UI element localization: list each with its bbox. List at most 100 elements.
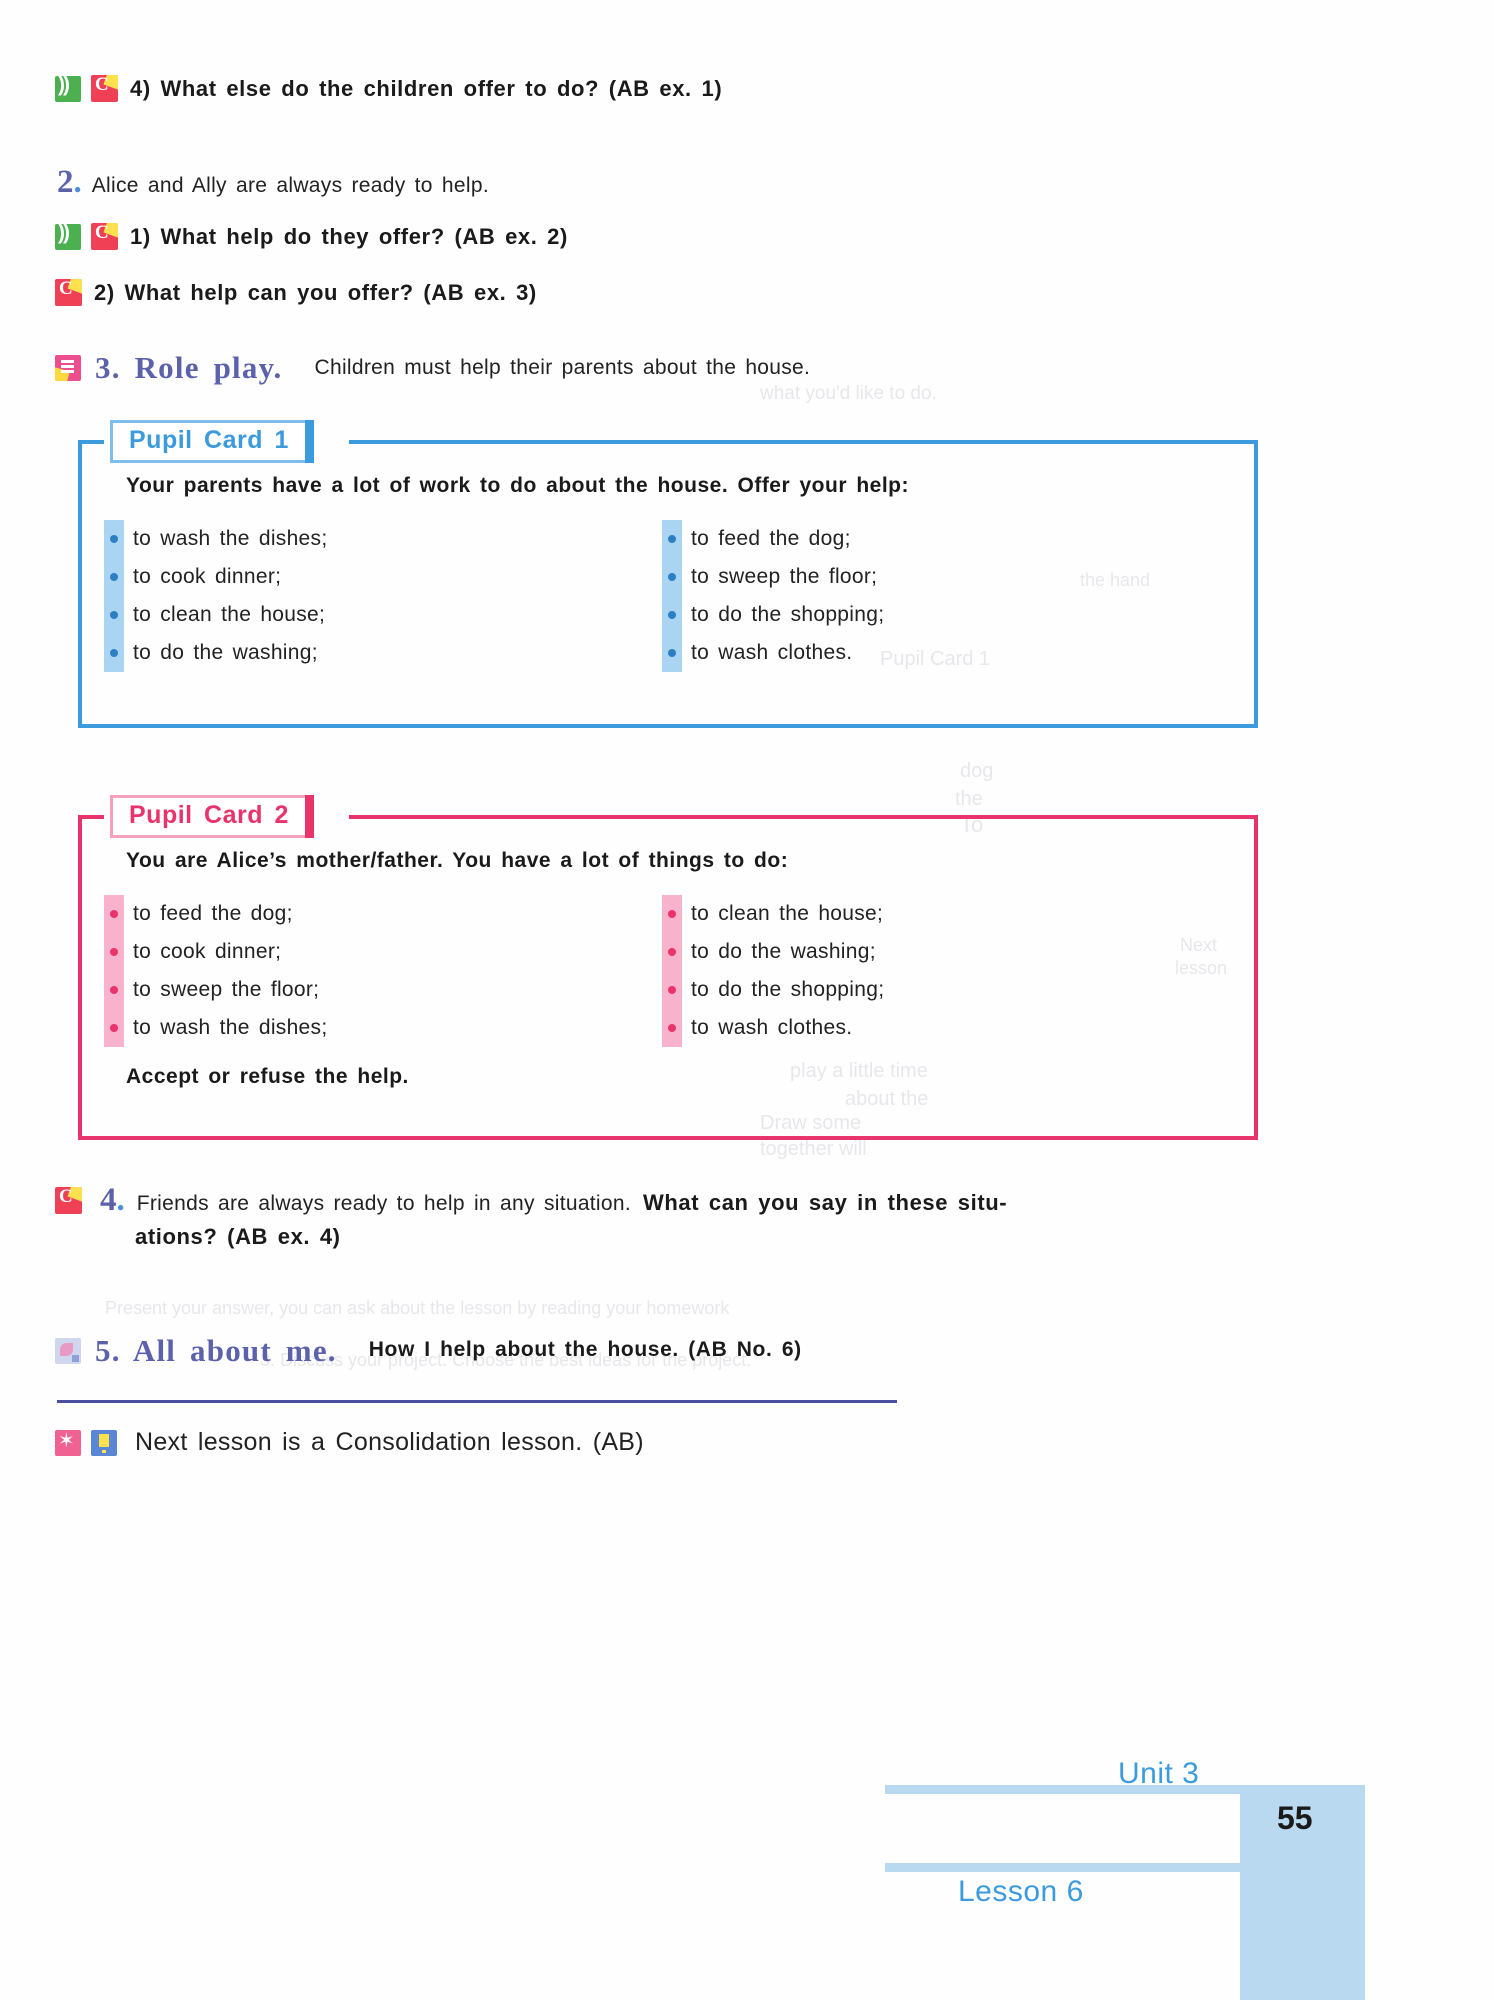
pupil-card-1-body: Your parents have a lot of work to do ab… [82,444,1254,698]
bullet-marker [662,634,682,672]
exercise-2-question-1-text: 1) What help do they offer? (AB ex. 2) [130,224,568,249]
bullet-marker [662,1009,682,1047]
listening-icon [55,75,81,102]
list-item: to clean the house; [104,596,662,634]
bullet-marker [662,971,682,1009]
bullet-marker [104,1009,124,1047]
footer-rule-bottom [885,1863,1265,1872]
list-item: to cook dinner; [104,558,662,596]
bleed-through-text: together will [760,1138,867,1160]
list-item-label: to wash the dishes; [133,1016,328,1039]
pupil-card-2-left-column: to feed the dog; to cook dinner; to sweep … [104,895,662,1047]
next-lesson-row: Next lesson is a Consolidation lesson. (… [55,1425,1155,1460]
list-item: to wash the dishes; [104,1009,662,1047]
exercise-2-question-2: 2) What help can you offer? (AB ex. 3) [55,278,1155,308]
exercise-4-text-plain: Friends are always ready to help in any … [136,1192,631,1215]
speaking-icon [91,75,118,102]
bullet-marker [662,558,682,596]
pupil-card-2-body: You are Alice’s mother/father. You have … [82,819,1254,1115]
exercise-5-text: How I help about the house. (AB No. 6) [368,1338,802,1362]
exercise-4-text-bold: What can you say in these situ- [643,1190,1008,1215]
exercise-1-question-4: 4) What else do the children offer to do… [55,74,1155,104]
list-item: to clean the house; [662,895,1220,933]
bullet-marker [104,971,124,1009]
exercise-1-icons [55,74,118,102]
list-item: to sweep the floor; [104,971,662,1009]
textbook-page: what you'd like to do. the hand Pupil Card… [0,0,1494,2000]
exercise-3-heading-row: 3. Role play. Children must help their p… [55,352,810,383]
exercise-4-text-bold-cont: ations? (AB ex. 4) [135,1224,341,1250]
list-item-label: to feed the dog; [691,527,851,550]
lesson-label: Lesson 6 [958,1875,1084,1908]
list-item: to do the shopping; [662,596,1220,634]
list-item-label: to sweep the floor; [133,978,320,1001]
section-divider [57,1400,897,1403]
bullet-marker [662,895,682,933]
list-item-label: to do the washing; [691,940,876,963]
list-item-label: to wash clothes. [691,1016,853,1039]
list-item-label: to do the shopping; [691,603,885,626]
list-item: to feed the dog; [662,520,1220,558]
list-item-label: to sweep the floor; [691,565,878,588]
list-item: to sweep the floor; [662,558,1220,596]
bullet-marker [104,558,124,596]
pupil-card-1-left-column: to wash the dishes; to cook dinner; to cle… [104,520,662,672]
bullet-marker [104,895,124,933]
exercise-2-question-2-icons [55,278,82,306]
list-item-label: to do the shopping; [691,978,885,1001]
next-lesson-text: Next lesson is a Consolidation lesson. (… [135,1428,644,1456]
exercise-2-question-1-icons [55,222,118,250]
list-item-label: to do the washing; [133,641,318,664]
list-item: to wash the dishes; [104,520,662,558]
exercise-3-text: Children must help their parents about t… [314,355,811,379]
list-item: to do the shopping; [662,971,1220,1009]
list-item-label: to feed the dog; [133,902,293,925]
book-icon [91,1430,117,1456]
list-item-label: to cook dinner; [133,940,282,963]
role-play-icon [55,354,81,381]
pupil-card-2-footer: Accept or refuse the help. [126,1065,409,1088]
exercise-5: 5. All about me. How I help about the ho… [55,1335,802,1366]
speaking-icon [55,279,82,306]
pupil-card-1-right-column: to feed the dog; to sweep the floor; to do… [662,520,1220,672]
list-item-label: to clean the house; [133,603,326,626]
list-item-label: to wash clothes. [691,641,853,664]
bullet-marker [104,933,124,971]
exercise-2-question-1: 1) What help do they offer? (AB ex. 2) [55,222,1155,252]
bleed-through-text: Present your answer, you can ask about t… [105,1298,730,1318]
bleed-through-text: dog [960,760,994,782]
exercise-2-question-2-text: 2) What help can you offer? (AB ex. 3) [94,280,537,305]
bullet-marker [104,520,124,558]
list-item-label: to clean the house; [691,902,884,925]
list-item-label: to wash the dishes; [133,527,328,550]
bleed-through-text: what you'd like to do. [760,383,937,404]
list-item: to feed the dog; [104,895,662,933]
bullet-marker [662,596,682,634]
exercise-1-question-4-text: 4) What else do the children offer to do… [130,76,723,101]
listening-icon [55,223,81,250]
page-number: 55 [1277,1800,1313,1836]
next-lesson-icons [55,1429,117,1456]
pupil-card-2-tab: Pupil Card 2 [110,795,314,838]
bullet-marker [662,933,682,971]
all-about-me-icon [55,1337,81,1364]
list-item: to do the washing; [662,933,1220,971]
pupil-card-1-lead: Your parents have a lot of work to do ab… [126,474,909,497]
pupil-card-1-tab: Pupil Card 1 [110,420,314,463]
exercise-3-heading: 3. Role play. [95,350,283,385]
exercise-5-heading: 5. All about me. [95,1333,337,1368]
list-item: to cook dinner; [104,933,662,971]
unit-label: Unit 3 [1118,1757,1200,1790]
list-item-label: to cook dinner; [133,565,282,588]
pupil-card-1: Pupil Card 1 Your parents have a lot of … [78,420,1258,728]
exercise-4: 4. Friends are always ready to help in a… [55,1183,1235,1252]
list-item: to do the washing; [104,634,662,672]
exercise-2-number: 2. [57,164,82,200]
pupil-card-2-lead: You are Alice’s mother/father. You have … [126,849,789,872]
pupil-card-1-left-list: to wash the dishes; to cook dinner; to cle… [104,520,662,672]
bullet-marker [104,634,124,672]
bleed-through-text: the [955,788,983,810]
star-icon [55,1430,81,1456]
pupil-card-2-right-column: to clean the house; to do the washing; to … [662,895,1220,1047]
exercise-2-intro: 2. Alice and Ally are always ready to he… [57,164,489,200]
